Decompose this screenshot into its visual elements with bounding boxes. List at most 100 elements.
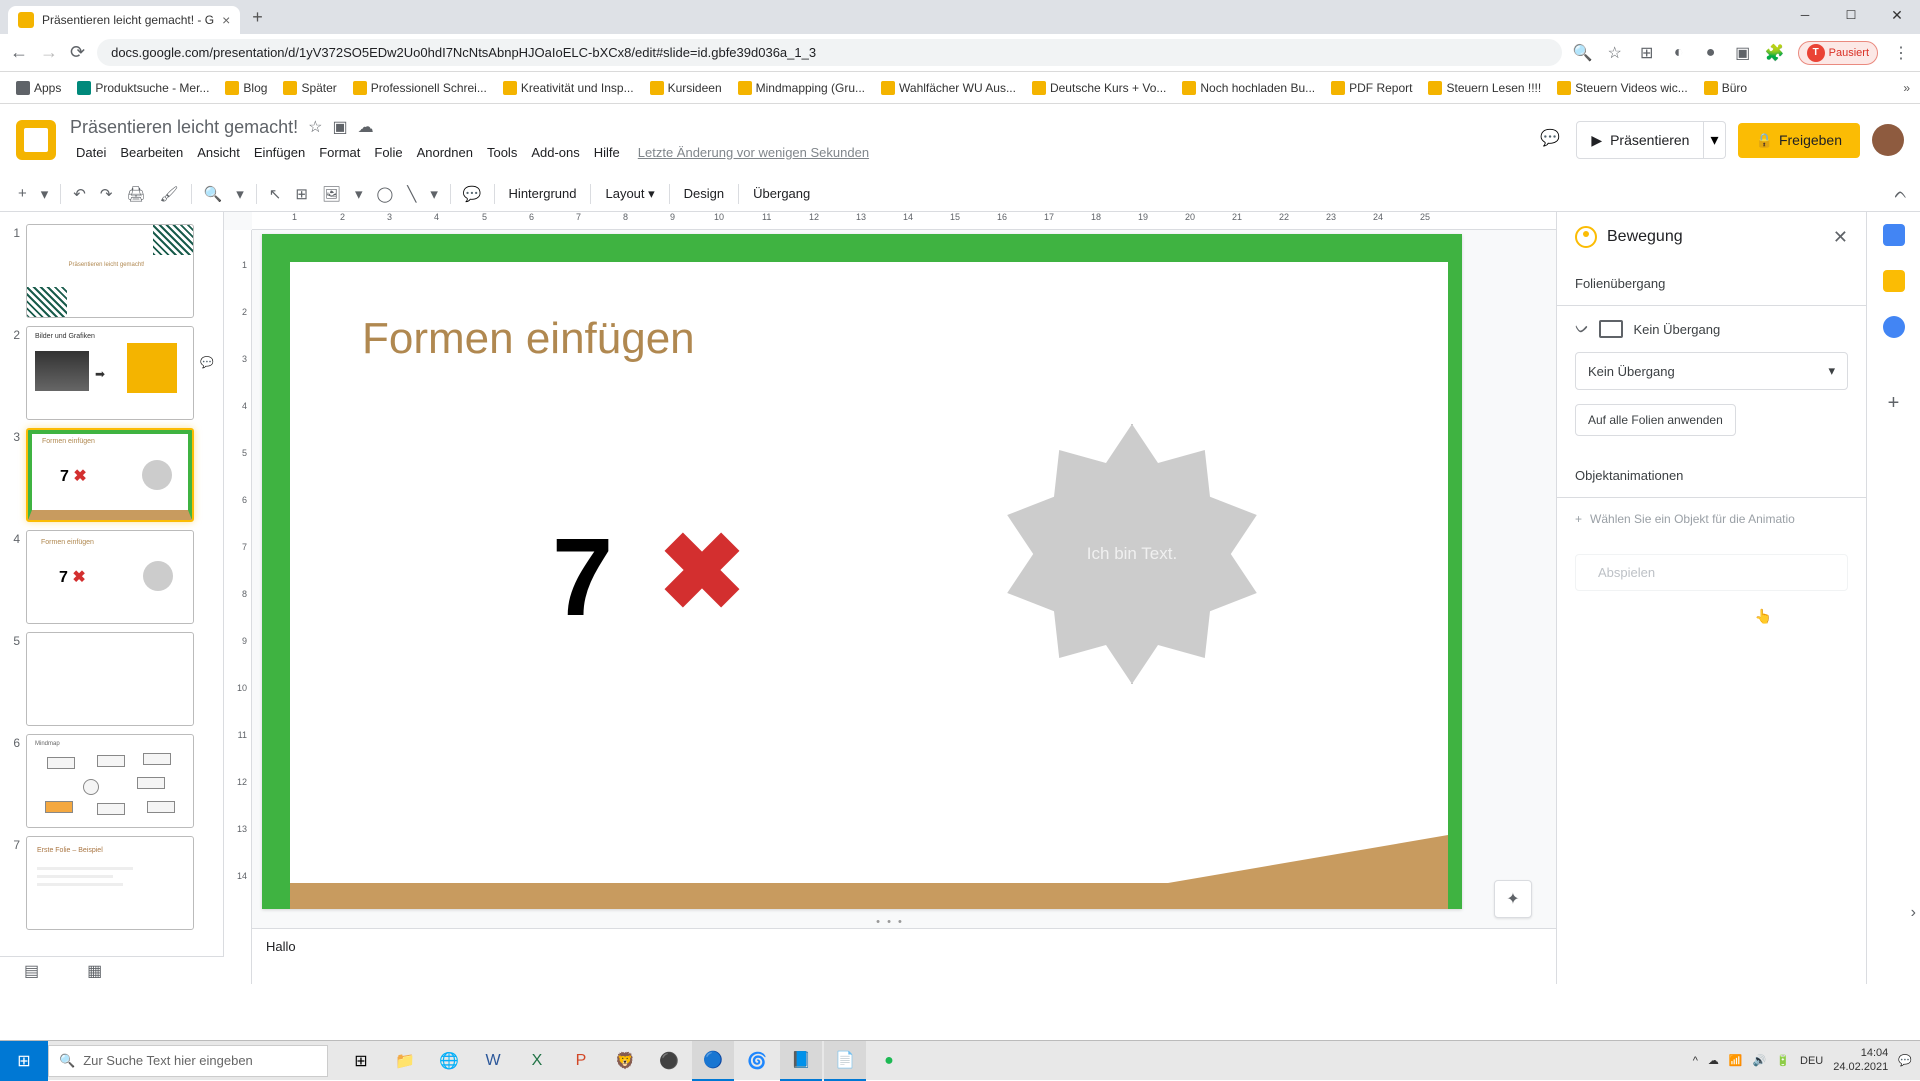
bookmark-item[interactable]: Wahlfächer WU Aus...: [875, 77, 1022, 99]
windows-search[interactable]: 🔍 Zur Suche Text hier eingeben: [48, 1045, 328, 1077]
explorer-icon[interactable]: 📁: [384, 1041, 426, 1081]
red-x-shape[interactable]: [662, 530, 742, 610]
extension3-icon[interactable]: ▣: [1734, 44, 1752, 62]
slide-thumb-3[interactable]: Formen einfügen 7 ✖: [26, 428, 194, 522]
slide-thumb-6[interactable]: Mindmap: [26, 734, 194, 828]
tray-network-icon[interactable]: 📶: [1729, 1054, 1743, 1067]
app1-icon[interactable]: 📘: [780, 1041, 822, 1081]
user-avatar[interactable]: [1872, 124, 1904, 156]
slide-number-seven[interactable]: 7: [552, 514, 613, 641]
slide-comment-icon[interactable]: 💬: [200, 356, 214, 369]
comments-icon[interactable]: 💬: [1540, 128, 1564, 152]
bookmark-item[interactable]: PDF Report: [1325, 77, 1418, 99]
transition-dropdown[interactable]: Kein Übergang ▾: [1575, 352, 1848, 390]
menu-file[interactable]: Datei: [70, 141, 112, 164]
menu-insert[interactable]: Einfügen: [248, 141, 311, 164]
background-button[interactable]: Hintergrund: [501, 182, 585, 205]
bookmark-item[interactable]: Produktsuche - Mer...: [71, 77, 215, 99]
tasks-icon[interactable]: [1883, 316, 1905, 338]
bookmark-item[interactable]: Noch hochladen Bu...: [1176, 77, 1321, 99]
menu-icon[interactable]: ⋮: [1892, 44, 1910, 62]
menu-format[interactable]: Format: [313, 141, 366, 164]
app2-icon[interactable]: 📄: [824, 1041, 866, 1081]
tray-volume-icon[interactable]: 🔊: [1753, 1054, 1767, 1067]
keep-icon[interactable]: [1883, 270, 1905, 292]
bookmark-item[interactable]: Mindmapping (Gru...: [732, 77, 871, 99]
bookmark-item[interactable]: Büro: [1698, 77, 1753, 99]
edge-icon[interactable]: 🌐: [428, 1041, 470, 1081]
notes-resize-handle[interactable]: • • •: [876, 916, 904, 928]
tray-clock[interactable]: 14:04 24.02.2021: [1833, 1047, 1888, 1073]
bookmark-item[interactable]: Blog: [219, 77, 273, 99]
panel-close-icon[interactable]: ✕: [1833, 227, 1848, 248]
play-button[interactable]: Abspielen: [1575, 554, 1848, 591]
bookmark-item[interactable]: Kreativität und Insp...: [497, 77, 640, 99]
new-slide-button[interactable]: +: [12, 181, 33, 206]
layout-button[interactable]: Layout ▾: [597, 182, 662, 206]
tray-lang[interactable]: DEU: [1800, 1055, 1823, 1067]
calendar-icon[interactable]: [1883, 224, 1905, 246]
extension2-icon[interactable]: ●: [1702, 44, 1720, 62]
bookmark-item[interactable]: Später: [277, 77, 342, 99]
filmstrip-view-button[interactable]: ▤: [0, 957, 63, 985]
extensions-icon[interactable]: 🧩: [1766, 44, 1784, 62]
slide-thumb-2[interactable]: Bilder und Grafiken ➡: [26, 326, 194, 420]
spotify-icon[interactable]: ●: [868, 1041, 910, 1081]
comment-tool[interactable]: 💬: [457, 181, 488, 207]
shape-tool[interactable]: ◯: [371, 181, 400, 207]
excel-icon[interactable]: X: [516, 1041, 558, 1081]
image-dropdown[interactable]: ▾: [349, 181, 369, 207]
bookmark-item[interactable]: Kursideen: [644, 77, 728, 99]
reader-icon[interactable]: ⊞: [1638, 44, 1656, 62]
transition-row[interactable]: ᨆ Kein Übergang: [1557, 306, 1866, 352]
line-dropdown[interactable]: ▾: [424, 181, 444, 207]
redo-button[interactable]: ↷: [94, 181, 119, 207]
star-icon[interactable]: ☆: [1606, 44, 1624, 62]
minimize-button[interactable]: ─: [1782, 0, 1828, 30]
start-button[interactable]: ⊞: [0, 1041, 48, 1081]
bookmark-item[interactable]: Deutsche Kurs + Vo...: [1026, 77, 1172, 99]
menu-help[interactable]: Hilfe: [588, 141, 626, 164]
explore-button[interactable]: ✦: [1494, 880, 1532, 918]
share-button[interactable]: 🔒 Freigeben: [1738, 123, 1860, 158]
slide-heading[interactable]: Formen einfügen: [362, 314, 695, 364]
brave-icon[interactable]: 🦁: [604, 1041, 646, 1081]
textbox-tool[interactable]: ⊞: [289, 181, 314, 207]
bookmark-item[interactable]: Professionell Schrei...: [347, 77, 493, 99]
task-view-icon[interactable]: ⊞: [340, 1041, 382, 1081]
close-window-button[interactable]: ✕: [1874, 0, 1920, 30]
menu-arrange[interactable]: Anordnen: [411, 141, 479, 164]
extension1-icon[interactable]: ◐: [1670, 44, 1688, 62]
apply-all-button[interactable]: Auf alle Folien anwenden: [1575, 404, 1736, 436]
bookmark-item[interactable]: Steuern Lesen !!!!: [1422, 77, 1547, 99]
url-input[interactable]: [97, 39, 1562, 66]
add-addon-button[interactable]: +: [1888, 392, 1900, 415]
speaker-notes[interactable]: Hallo: [252, 928, 1556, 984]
chrome-icon[interactable]: 🔵: [692, 1041, 734, 1081]
last-edit-info[interactable]: Letzte Änderung vor wenigen Sekunden: [628, 141, 879, 164]
tray-up-icon[interactable]: ^: [1693, 1055, 1698, 1067]
menu-addons[interactable]: Add-ons: [525, 141, 585, 164]
forward-button[interactable]: →: [40, 42, 58, 63]
transition-button[interactable]: Übergang: [745, 182, 818, 205]
edge2-icon[interactable]: 🌀: [736, 1041, 778, 1081]
slide-canvas[interactable]: Formen einfügen 7 Ich bin Text.: [262, 234, 1462, 909]
grid-view-button[interactable]: ▦: [63, 957, 126, 985]
zoom-button[interactable]: 🔍: [198, 181, 229, 207]
menu-edit[interactable]: Bearbeiten: [114, 141, 189, 164]
filmstrip[interactable]: 1 Präsentieren leicht gemacht! 2 Bilder …: [0, 212, 224, 956]
menu-tools[interactable]: Tools: [481, 141, 523, 164]
menu-view[interactable]: Ansicht: [191, 141, 246, 164]
browser-tab[interactable]: Präsentieren leicht gemacht! - G ×: [8, 6, 240, 34]
image-tool[interactable]: 🖼: [316, 181, 347, 207]
present-button[interactable]: ▶ Präsentieren: [1576, 121, 1704, 159]
hide-rail-icon[interactable]: ›: [1911, 904, 1916, 922]
obs-icon[interactable]: ⚫: [648, 1041, 690, 1081]
bookmark-item[interactable]: Steuern Videos wic...: [1551, 77, 1694, 99]
paint-format-button[interactable]: 🖌: [154, 181, 185, 207]
bookmarks-overflow-icon[interactable]: »: [1903, 81, 1910, 95]
word-icon[interactable]: W: [472, 1041, 514, 1081]
present-dropdown[interactable]: ▾: [1704, 121, 1725, 159]
tab-close-icon[interactable]: ×: [222, 12, 230, 28]
menu-slide[interactable]: Folie: [368, 141, 408, 164]
